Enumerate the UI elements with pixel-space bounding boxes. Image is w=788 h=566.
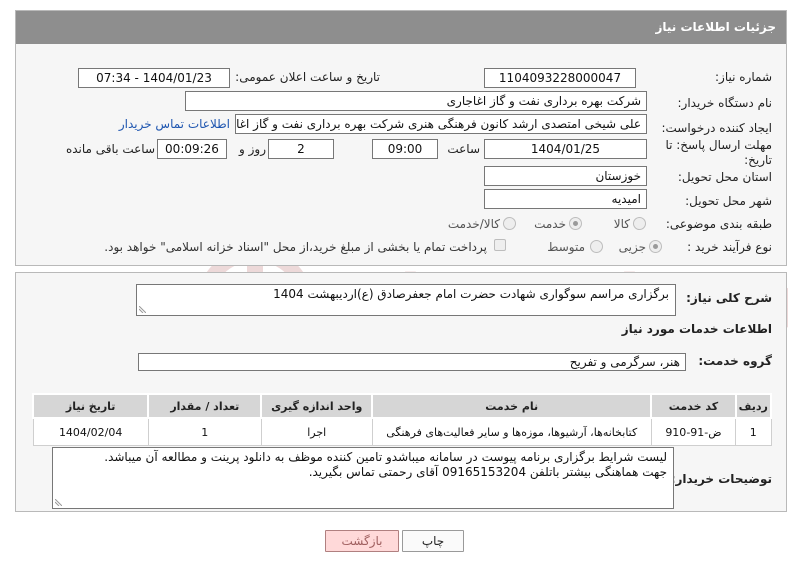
services-section-title: اطلاعات خدمات مورد نیاز bbox=[621, 322, 772, 336]
buyer-notes-line2: جهت هماهنگی بیشتر باتلفن 09165153204 آقا… bbox=[308, 465, 667, 479]
province-label: استان محل تحویل: bbox=[677, 170, 772, 184]
summary-textarea[interactable]: برگزاری مراسم سوگواری شهادت حضرت امام جع… bbox=[136, 284, 676, 316]
city-label: شهر محل تحویل: bbox=[685, 194, 772, 208]
panel-header: جزئیات اطلاعات نیاز bbox=[16, 11, 786, 44]
cell-row: 1 bbox=[735, 417, 772, 446]
remaining-time-field: 00:09:26 bbox=[157, 139, 227, 159]
category-radio-goods-service[interactable] bbox=[503, 217, 516, 230]
category-option-goods-service: کالا/خدمت bbox=[447, 217, 500, 231]
category-option-service: خدمت bbox=[534, 217, 566, 231]
deadline-label-line1: مهلت ارسال پاسخ: تا bbox=[665, 138, 772, 152]
resize-handle-icon bbox=[55, 499, 62, 506]
process-radio-medium[interactable] bbox=[590, 240, 603, 253]
resize-handle-icon bbox=[139, 306, 146, 313]
deadline-date-field: 1404/01/25 bbox=[484, 139, 647, 159]
deadline-label: مهلت ارسال پاسخ: تا تاریخ: bbox=[665, 138, 772, 168]
need-number-label: شماره نیاز: bbox=[715, 70, 772, 84]
buyer-notes-textarea[interactable]: لیست شرایط برگزاری برنامه پیوست در سامان… bbox=[52, 447, 674, 509]
days-field: 2 bbox=[268, 139, 334, 159]
table-header-row: ردیف کد خدمت نام خدمت واحد اندازه گیری ت… bbox=[31, 393, 773, 419]
announce-label: تاریخ و ساعت اعلان عمومی: bbox=[235, 70, 380, 84]
col-service-name: نام خدمت bbox=[371, 393, 653, 419]
remaining-label: ساعت باقی مانده bbox=[65, 142, 155, 156]
category-option-goods: کالا bbox=[613, 217, 630, 231]
services-table: ردیف کد خدمت نام خدمت واحد اندازه گیری ت… bbox=[31, 393, 773, 446]
province-field: خوزستان bbox=[484, 166, 647, 186]
summary-text: برگزاری مراسم سوگواری شهادت حضرت امام جع… bbox=[273, 287, 669, 301]
days-label: روز و bbox=[239, 142, 266, 156]
payment-checkbox[interactable] bbox=[494, 239, 506, 251]
need-number-field: 1104093228000047 bbox=[484, 68, 636, 88]
deadline-label-line2: تاریخ: bbox=[744, 153, 772, 167]
deadline-time-label: ساعت bbox=[447, 142, 480, 156]
cell-service-code: ض-91-910 bbox=[650, 417, 737, 446]
col-service-code: کد خدمت bbox=[650, 393, 737, 419]
cell-quantity: 1 bbox=[147, 417, 262, 446]
category-radio-service[interactable] bbox=[569, 217, 582, 230]
cell-need-date: 1404/02/04 bbox=[32, 417, 149, 446]
table-row: 1 ض-91-910 کتابخانه‌ها، آرشیوها، موزه‌ها… bbox=[32, 417, 772, 446]
category-radio-goods[interactable] bbox=[633, 217, 646, 230]
col-quantity: تعداد / مقدار bbox=[147, 393, 263, 419]
buyer-org-field: شرکت بهره برداری نفت و گاز اغاجاری bbox=[185, 91, 647, 111]
buyer-notes-line1: لیست شرایط برگزاری برنامه پیوست در سامان… bbox=[104, 450, 667, 464]
cell-service-name: کتابخانه‌ها، آرشیوها، موزه‌ها و سایر فعا… bbox=[371, 417, 652, 446]
print-button[interactable]: چاپ bbox=[402, 530, 464, 552]
buyer-org-label: نام دستگاه خریدار: bbox=[677, 96, 773, 110]
city-field: امیدیه bbox=[484, 189, 647, 209]
payment-note: پرداخت تمام یا بخشی از مبلغ خرید،از محل … bbox=[104, 240, 487, 254]
process-option-medium: متوسط bbox=[547, 240, 585, 254]
col-unit: واحد اندازه گیری bbox=[260, 393, 374, 419]
summary-label: شرح کلی نیاز: bbox=[686, 291, 772, 305]
process-option-partial: جزیی bbox=[618, 240, 646, 254]
process-label: نوع فرآیند خرید : bbox=[687, 240, 772, 254]
cell-unit: اجرا bbox=[260, 417, 373, 446]
announce-field: 1404/01/23 - 07:34 bbox=[78, 68, 230, 88]
process-radio-partial[interactable] bbox=[649, 240, 662, 253]
col-need-date: تاریخ نیاز bbox=[31, 393, 150, 419]
back-button[interactable]: بازگشت bbox=[325, 530, 399, 552]
col-row: ردیف bbox=[734, 393, 773, 419]
deadline-time-field: 09:00 bbox=[372, 139, 438, 159]
creator-field: علی شیخی امتصدی ارشد کانون فرهنگی هنری ش… bbox=[235, 114, 647, 134]
service-group-field: هنر، سرگرمی و تفریح bbox=[138, 353, 686, 371]
creator-label: ایجاد کننده درخواست: bbox=[661, 121, 772, 135]
buyer-notes-label: توضیحات خریدار: bbox=[670, 472, 772, 486]
buyer-contact-link[interactable]: اطلاعات تماس خریدار bbox=[119, 117, 230, 131]
service-group-label: گروه خدمت: bbox=[698, 354, 772, 368]
category-label: طبقه بندی موضوعی: bbox=[665, 217, 772, 231]
